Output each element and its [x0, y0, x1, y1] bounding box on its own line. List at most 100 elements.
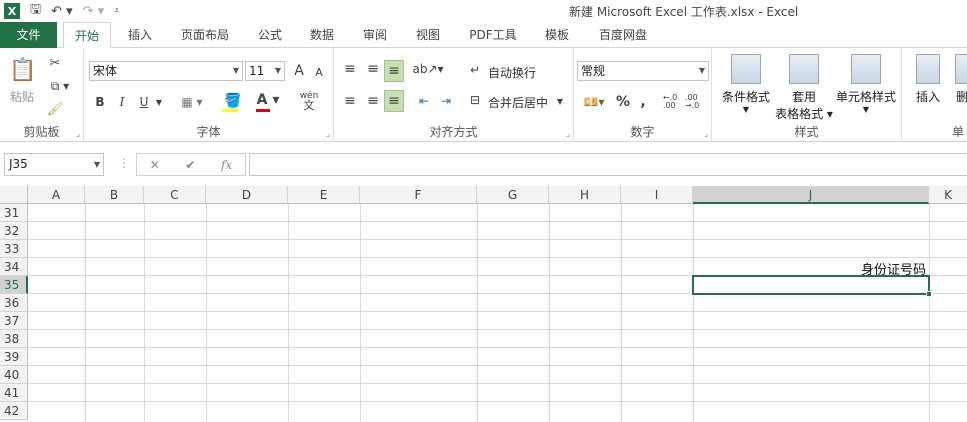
formula-bar: J35 ▼ ⋮ ✕ ✔ fx	[0, 150, 967, 180]
row-header-36[interactable]: 36	[0, 294, 28, 312]
wrap-text-icon[interactable]: ↵	[467, 62, 483, 78]
tab-formulas[interactable]: 公式	[250, 22, 290, 48]
formula-input[interactable]	[249, 153, 967, 176]
cell-j34[interactable]: 身份证号码	[700, 259, 926, 278]
name-box[interactable]: J35 ▼	[4, 153, 104, 176]
phonetic-icon[interactable]: wén 文	[296, 90, 322, 112]
column-header-a[interactable]: A	[28, 186, 85, 204]
save-icon[interactable]: 🖫	[30, 0, 41, 22]
row-header-35[interactable]: 35	[0, 276, 28, 294]
shrink-font-icon[interactable]: A	[312, 64, 326, 80]
customize-qat-icon[interactable]: ⩡	[114, 6, 119, 16]
dialog-launcher-icon[interactable]: ⌟	[566, 129, 570, 138]
format-painter-icon[interactable]: 🖌	[46, 100, 64, 118]
align-top-icon[interactable]: ≡	[340, 60, 360, 78]
column-header-e[interactable]: E	[288, 186, 360, 204]
font-size-combo[interactable]: 11 ▼	[245, 61, 285, 81]
dialog-launcher-icon[interactable]: ⌟	[704, 129, 708, 138]
chevron-down-icon[interactable]: ▼	[555, 94, 565, 108]
orientation-icon[interactable]: ab↗▾	[412, 60, 443, 78]
tab-page-layout[interactable]: 页面布局	[170, 22, 240, 48]
cut-icon[interactable]: ✂	[46, 54, 64, 72]
increase-decimal-icon[interactable]: ←.0.00	[660, 92, 680, 112]
format-as-table-button[interactable]: 套用 表格格式 ▾	[774, 54, 834, 122]
row-header-31[interactable]: 31	[0, 204, 28, 222]
row-header-41[interactable]: 41	[0, 384, 28, 402]
column-header-d[interactable]: D	[206, 186, 288, 204]
row-header-39[interactable]: 39	[0, 348, 28, 366]
row-header-38[interactable]: 38	[0, 330, 28, 348]
tab-data[interactable]: 数据	[302, 22, 342, 48]
row-header-34[interactable]: 34	[0, 258, 28, 276]
increase-indent-icon[interactable]: ⇥	[436, 92, 456, 110]
align-left-icon[interactable]: ≡	[340, 92, 360, 110]
row-header-37[interactable]: 37	[0, 312, 28, 330]
dialog-launcher-icon[interactable]: ⌟	[326, 129, 330, 138]
grow-font-icon[interactable]: A	[291, 62, 307, 80]
grid-line	[28, 347, 967, 348]
column-header-k[interactable]: K	[929, 186, 967, 204]
column-header-j[interactable]: J	[693, 186, 929, 204]
align-center-icon[interactable]: ≡	[363, 92, 383, 110]
column-header-g[interactable]: G	[477, 186, 549, 204]
tab-insert[interactable]: 插入	[118, 22, 162, 48]
paste-icon[interactable]: 📋	[8, 54, 38, 86]
active-cell-j35[interactable]	[692, 275, 930, 295]
underline-button[interactable]: U	[136, 92, 152, 112]
merge-center-button[interactable]: 合并后居中	[488, 94, 548, 111]
column-header-b[interactable]: B	[85, 186, 144, 204]
accounting-format-icon[interactable]: 💴▾	[579, 92, 609, 112]
tab-baidu-netdisk[interactable]: 百度网盘	[590, 22, 656, 48]
column-header-c[interactable]: C	[144, 186, 206, 204]
tab-templates[interactable]: 模板	[536, 22, 578, 48]
delete-cells-button[interactable]: 删	[952, 54, 967, 105]
percent-style-button[interactable]: %	[614, 92, 632, 112]
column-header-i[interactable]: I	[621, 186, 693, 204]
merge-center-icon[interactable]: ⊟	[467, 92, 483, 108]
decrease-decimal-icon[interactable]: .00 →.0	[682, 92, 702, 112]
fill-handle[interactable]	[926, 291, 932, 297]
enter-icon[interactable]: ✔	[185, 158, 195, 172]
chevron-down-icon: ▼	[232, 66, 240, 75]
align-middle-icon[interactable]: ≡	[363, 60, 383, 78]
number-format-combo[interactable]: 常规 ▼	[577, 61, 709, 81]
formula-bar-grip-icon[interactable]: ⋮	[118, 156, 130, 170]
font-name-combo[interactable]: 宋体 ▼	[89, 61, 243, 81]
bold-button[interactable]: B	[92, 92, 108, 112]
align-bottom-icon[interactable]: ≡	[384, 60, 404, 82]
insert-function-icon[interactable]: fx	[221, 158, 232, 172]
insert-cells-button[interactable]: 插入	[910, 54, 946, 105]
borders-icon[interactable]: ▦ ▾	[178, 92, 206, 112]
dialog-launcher-icon[interactable]: ⌟	[76, 129, 80, 138]
conditional-formatting-button[interactable]: 条件格式 ▼	[716, 54, 776, 114]
grid-line	[28, 365, 967, 366]
row-header-40[interactable]: 40	[0, 366, 28, 384]
chevron-down-icon[interactable]: ▼	[154, 92, 164, 112]
tab-file[interactable]: 文件	[0, 22, 57, 48]
row-header-42[interactable]: 42	[0, 402, 28, 420]
tab-pdf-tools[interactable]: PDF工具	[462, 22, 524, 48]
tab-review[interactable]: 审阅	[355, 22, 395, 48]
tab-view[interactable]: 视图	[408, 22, 448, 48]
font-color-icon[interactable]: A ▾	[254, 90, 282, 110]
tab-home[interactable]: 开始	[63, 22, 111, 49]
conditional-formatting-label: 条件格式	[721, 90, 770, 104]
comma-style-button[interactable]: ,	[636, 92, 650, 112]
row-header-32[interactable]: 32	[0, 222, 28, 240]
column-header-h[interactable]: H	[549, 186, 621, 204]
quick-access-toolbar: X 🖫 ↶ ▾ ↷ ▾ ⩡	[4, 2, 119, 20]
cell-styles-button[interactable]: 单元格样式 ▼	[832, 54, 900, 114]
italic-button[interactable]: I	[114, 92, 130, 112]
undo-icon[interactable]: ↶ ▾	[51, 4, 73, 19]
decrease-indent-icon[interactable]: ⇤	[414, 92, 434, 110]
column-header-f[interactable]: F	[360, 186, 477, 204]
paste-label[interactable]: 粘贴	[10, 88, 34, 105]
wrap-text-button[interactable]: 自动换行	[488, 64, 536, 81]
cancel-icon[interactable]: ✕	[150, 158, 160, 172]
redo-icon[interactable]: ↷ ▾	[83, 4, 105, 19]
format-as-table-label-1: 套用	[791, 90, 816, 104]
align-right-icon[interactable]: ≡	[384, 90, 404, 112]
row-header-33[interactable]: 33	[0, 240, 28, 258]
copy-icon[interactable]: ⧉ ▾	[46, 77, 74, 95]
select-all-corner[interactable]	[0, 186, 28, 204]
